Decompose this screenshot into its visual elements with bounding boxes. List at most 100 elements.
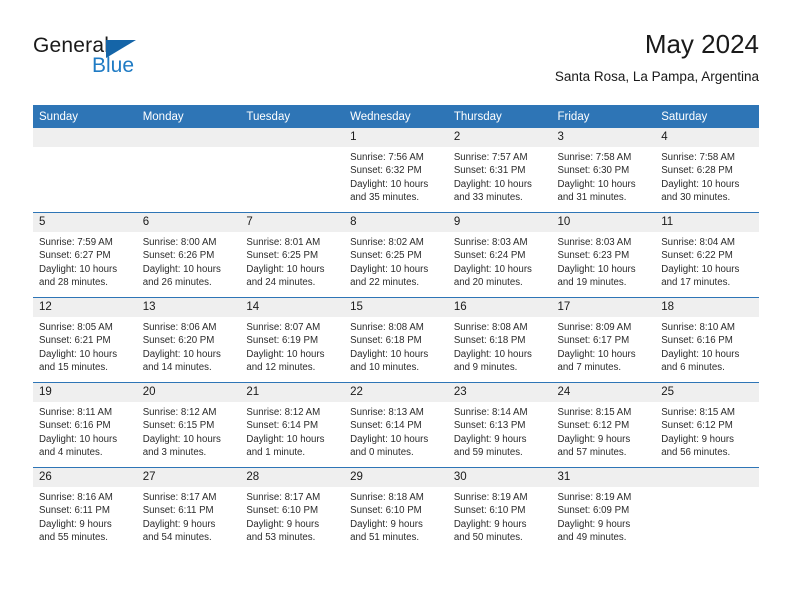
- calendar-day-cell[interactable]: 19 Sunrise: 8:11 AM Sunset: 6:16 PM Dayligh…: [33, 382, 137, 468]
- calendar-day-cell[interactable]: 25 Sunrise: 8:15 AM Sunset: 6:12 PM Dayligh…: [655, 382, 759, 468]
- day-sunrise-text: Sunrise: 8:04 AM: [661, 237, 735, 248]
- day-sunset-text: Sunset: 6:10 PM: [350, 505, 422, 517]
- day-sunset-text: Sunset: 6:13 PM: [453, 420, 526, 432]
- calendar-day-cell[interactable]: 30 Sunrise: 8:19 AM Sunset: 6:10 PM Dayligh…: [447, 467, 552, 552]
- day-sunset-text: Sunset: 6:27 PM: [39, 250, 111, 262]
- day-daylight-2-text: and 31 minutes.: [557, 192, 627, 204]
- day-daylight-1-text: Daylight: 9 hours: [557, 518, 631, 530]
- calendar-day-cell[interactable]: 23 Sunrise: 8:14 AM Sunset: 6:13 PM Dayligh…: [447, 382, 552, 468]
- day-number: 15: [344, 298, 448, 317]
- calendar-day-cell[interactable]: 11 Sunrise: 8:04 AM Sunset: 6:22 PM Dayligh…: [655, 212, 759, 298]
- calendar-day-cell[interactable]: 7 Sunrise: 8:01 AM Sunset: 6:25 PM Daylight…: [240, 212, 345, 298]
- day-sunset-text: Sunset: 6:10 PM: [453, 505, 526, 517]
- calendar-day-cell[interactable]: 26 Sunrise: 8:16 AM Sunset: 6:11 PM Dayligh…: [33, 467, 137, 552]
- day-daylight-2-text: and 56 minutes.: [661, 447, 731, 459]
- calendar-header-row: Sunday Monday Tuesday Wednesday Thursday…: [33, 105, 759, 128]
- calendar-day-cell[interactable]: 2 Sunrise: 7:57 AM Sunset: 6:31 PM Daylight…: [447, 128, 552, 213]
- day-sunrise-text: Sunrise: 8:17 AM: [246, 492, 321, 503]
- day-details: Sunrise: 8:03 AM Sunset: 6:24 PM Daylight:…: [448, 232, 552, 290]
- day-number: 25: [655, 383, 759, 402]
- day-sunrise-text: Sunrise: 8:02 AM: [350, 237, 424, 248]
- calendar-day-cell[interactable]: 29 Sunrise: 8:18 AM Sunset: 6:10 PM Dayligh…: [344, 467, 448, 552]
- calendar-day-cell[interactable]: 9 Sunrise: 8:03 AM Sunset: 6:24 PM Daylight…: [447, 212, 552, 298]
- calendar-day-cell[interactable]: 22 Sunrise: 8:13 AM Sunset: 6:14 PM Dayligh…: [344, 382, 448, 468]
- day-sunrise-text: Sunrise: 8:12 AM: [142, 407, 217, 418]
- day-sunrise-text: Sunrise: 8:18 AM: [350, 492, 424, 503]
- day-number: 12: [33, 298, 137, 317]
- calendar-day-cell[interactable]: 1 Sunrise: 7:56 AM Sunset: 6:32 PM Daylight…: [344, 128, 448, 213]
- day-daylight-1-text: Daylight: 10 hours: [350, 433, 429, 445]
- day-daylight-1-text: Daylight: 10 hours: [39, 348, 118, 360]
- day-daylight-2-text: and 53 minutes.: [246, 532, 316, 544]
- day-number: 17: [551, 298, 656, 317]
- general-blue-logo[interactable]: General Blue: [33, 34, 213, 90]
- day-daylight-2-text: and 28 minutes.: [39, 277, 108, 289]
- calendar-day-cell[interactable]: 10 Sunrise: 8:03 AM Sunset: 6:23 PM Dayligh…: [551, 212, 656, 298]
- calendar-day-cell[interactable]: 18 Sunrise: 8:10 AM Sunset: 6:16 PM Dayligh…: [655, 297, 759, 383]
- day-details: Sunrise: 8:17 AM Sunset: 6:11 PM Daylight:…: [137, 487, 241, 545]
- title-block: May 2024 Santa Rosa, La Pampa, Argentina: [555, 28, 759, 87]
- day-number: 19: [33, 383, 137, 402]
- day-daylight-1-text: Daylight: 10 hours: [350, 348, 429, 360]
- day-daylight-1-text: Daylight: 9 hours: [453, 518, 527, 530]
- day-sunrise-text: Sunrise: 8:03 AM: [453, 237, 528, 248]
- day-number: [136, 128, 241, 147]
- day-daylight-2-text: and 0 minutes.: [350, 447, 414, 459]
- day-number: 23: [447, 383, 552, 402]
- day-sunrise-text: Sunrise: 8:09 AM: [557, 322, 632, 333]
- day-number: 2: [447, 128, 552, 147]
- calendar-day-cell[interactable]: 28 Sunrise: 8:17 AM Sunset: 6:10 PM Dayligh…: [240, 467, 345, 552]
- calendar-day-cell[interactable]: 21 Sunrise: 8:12 AM Sunset: 6:14 PM Dayligh…: [240, 382, 345, 468]
- day-number: [655, 468, 759, 487]
- calendar-day-cell[interactable]: 5 Sunrise: 7:59 AM Sunset: 6:27 PM Daylight…: [33, 212, 137, 298]
- day-number: 3: [551, 128, 656, 147]
- calendar-day-cell[interactable]: 6 Sunrise: 8:00 AM Sunset: 6:26 PM Daylight…: [136, 212, 241, 298]
- calendar-day-cell[interactable]: 13 Sunrise: 8:06 AM Sunset: 6:20 PM Dayligh…: [136, 297, 241, 383]
- day-daylight-1-text: Daylight: 9 hours: [661, 433, 734, 445]
- calendar-day-cell[interactable]: 3 Sunrise: 7:58 AM Sunset: 6:30 PM Daylight…: [551, 128, 656, 213]
- day-details: Sunrise: 8:11 AM Sunset: 6:16 PM Daylight:…: [33, 402, 137, 460]
- calendar-day-cell[interactable]: 17 Sunrise: 8:09 AM Sunset: 6:17 PM Dayligh…: [551, 297, 656, 383]
- day-sunset-text: Sunset: 6:22 PM: [661, 250, 733, 262]
- day-number: [240, 128, 345, 147]
- day-daylight-1-text: Daylight: 10 hours: [350, 178, 429, 190]
- calendar-cell-empty: [136, 128, 241, 213]
- day-sunset-text: Sunset: 6:16 PM: [39, 420, 111, 432]
- day-sunset-text: Sunset: 6:23 PM: [557, 250, 630, 262]
- day-daylight-1-text: Daylight: 9 hours: [246, 518, 320, 530]
- day-sunrise-text: Sunrise: 8:01 AM: [246, 237, 321, 248]
- day-daylight-2-text: and 30 minutes.: [661, 192, 731, 204]
- calendar-day-cell[interactable]: 24 Sunrise: 8:15 AM Sunset: 6:12 PM Dayligh…: [551, 382, 656, 468]
- calendar-day-cell[interactable]: 8 Sunrise: 8:02 AM Sunset: 6:25 PM Daylight…: [344, 212, 448, 298]
- day-sunset-text: Sunset: 6:28 PM: [661, 165, 733, 177]
- calendar-day-cell[interactable]: 27 Sunrise: 8:17 AM Sunset: 6:11 PM Dayligh…: [136, 467, 241, 552]
- day-sunrise-text: Sunrise: 8:16 AM: [39, 492, 113, 503]
- day-number: 13: [136, 298, 241, 317]
- calendar-day-cell[interactable]: 31 Sunrise: 8:19 AM Sunset: 6:09 PM Dayligh…: [551, 467, 656, 552]
- day-daylight-1-text: Daylight: 10 hours: [453, 263, 532, 275]
- day-sunset-text: Sunset: 6:12 PM: [661, 420, 733, 432]
- day-details: Sunrise: 8:09 AM Sunset: 6:17 PM Daylight:…: [552, 317, 656, 375]
- day-daylight-2-text: and 35 minutes.: [350, 192, 420, 204]
- calendar-day-cell[interactable]: 16 Sunrise: 8:08 AM Sunset: 6:18 PM Dayligh…: [447, 297, 552, 383]
- day-details: Sunrise: 7:57 AM Sunset: 6:31 PM Daylight:…: [448, 147, 552, 205]
- calendar-week-row: 5 Sunrise: 7:59 AM Sunset: 6:27 PM Daylight…: [33, 212, 759, 298]
- day-daylight-2-text: and 22 minutes.: [350, 277, 420, 289]
- day-number: 24: [551, 383, 656, 402]
- day-sunset-text: Sunset: 6:16 PM: [661, 335, 733, 347]
- day-sunrise-text: Sunrise: 8:07 AM: [246, 322, 321, 333]
- day-sunrise-text: Sunrise: 8:08 AM: [350, 322, 424, 333]
- day-sunset-text: Sunset: 6:15 PM: [142, 420, 215, 432]
- calendar-week-row: 12 Sunrise: 8:05 AM Sunset: 6:21 PM Dayligh…: [33, 297, 759, 383]
- calendar-day-cell[interactable]: 4 Sunrise: 7:58 AM Sunset: 6:28 PM Daylight…: [655, 128, 759, 213]
- page-header: General Blue May 2024 Santa Rosa, La Pam…: [33, 28, 759, 98]
- calendar-page: General Blue May 2024 Santa Rosa, La Pam…: [0, 0, 792, 612]
- day-daylight-2-text: and 33 minutes.: [453, 192, 523, 204]
- calendar-day-cell[interactable]: 20 Sunrise: 8:12 AM Sunset: 6:15 PM Dayligh…: [136, 382, 241, 468]
- day-details: Sunrise: 8:08 AM Sunset: 6:18 PM Daylight:…: [448, 317, 552, 375]
- calendar-day-cell[interactable]: 15 Sunrise: 8:08 AM Sunset: 6:18 PM Dayligh…: [344, 297, 448, 383]
- day-number: 16: [447, 298, 552, 317]
- calendar-day-cell[interactable]: 12 Sunrise: 8:05 AM Sunset: 6:21 PM Dayligh…: [33, 297, 137, 383]
- calendar-day-cell[interactable]: 14 Sunrise: 8:07 AM Sunset: 6:19 PM Dayligh…: [240, 297, 345, 383]
- day-number: 10: [551, 213, 656, 232]
